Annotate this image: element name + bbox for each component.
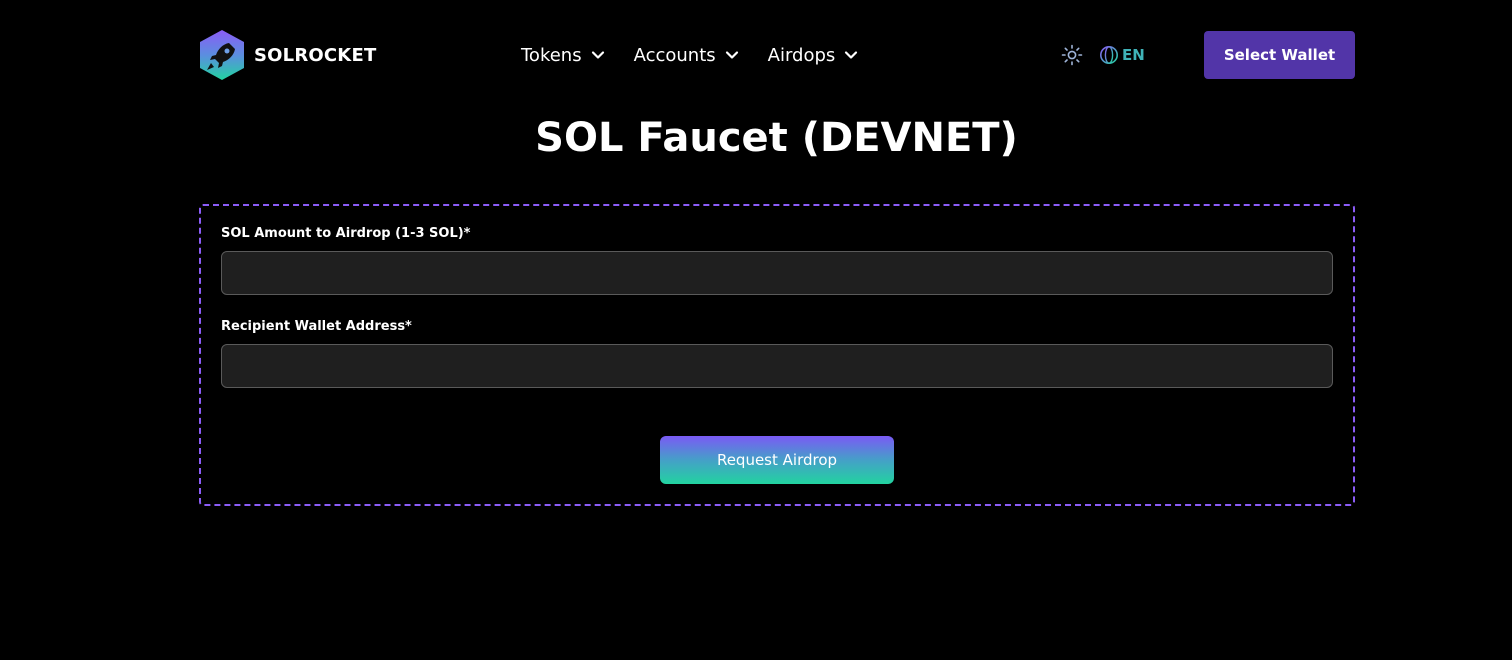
rocket-hexagon-icon (200, 30, 244, 80)
page-title: SOL Faucet (DEVNET) (535, 115, 1018, 161)
nav-airdrops[interactable]: Airdops (768, 45, 859, 66)
globe-icon (1100, 46, 1118, 64)
select-wallet-button[interactable]: Select Wallet (1204, 31, 1355, 79)
chevron-down-icon (725, 51, 738, 59)
amount-label: SOL Amount to Airdrop (1-3 SOL)* (221, 226, 471, 241)
recipient-label: Recipient Wallet Address* (221, 319, 412, 334)
main-nav: Tokens Accounts Airdops (521, 40, 887, 70)
top-header: SOLROCKET Tokens Accounts Airdops EN Sel… (0, 0, 1512, 110)
sun-icon[interactable] (1061, 44, 1083, 66)
chevron-down-icon (591, 51, 604, 59)
brand-logo[interactable]: SOLROCKET (198, 29, 376, 81)
airdrop-form: SOL Amount to Airdrop (1-3 SOL)* Recipie… (199, 204, 1355, 506)
chevron-down-icon (845, 51, 858, 59)
brand-name: SOLROCKET (254, 44, 377, 66)
nav-accounts[interactable]: Accounts (634, 45, 739, 66)
nav-tokens-label: Tokens (521, 44, 582, 66)
nav-accounts-label: Accounts (633, 44, 716, 66)
language-selector[interactable]: EN (1099, 44, 1145, 66)
amount-input[interactable] (221, 251, 1333, 295)
nav-tokens[interactable]: Tokens (521, 45, 605, 66)
nav-airdrops-label: Airdops (767, 44, 836, 66)
language-label: EN (1122, 46, 1145, 64)
recipient-address-input[interactable] (221, 344, 1333, 388)
request-airdrop-button[interactable]: Request Airdrop (660, 436, 894, 484)
